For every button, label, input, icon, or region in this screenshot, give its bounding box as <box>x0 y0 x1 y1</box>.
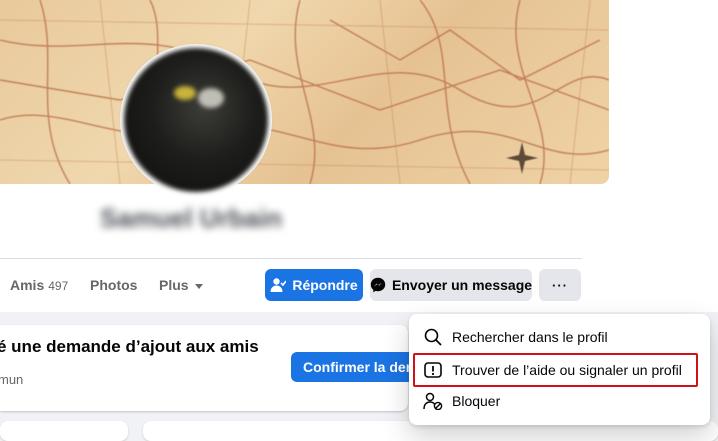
tab-more-label: Plus <box>159 277 189 293</box>
confirm-request-label: Confirmer la dema <box>303 359 426 375</box>
more-dots-icon: ··· <box>552 277 568 293</box>
cover-photo[interactable] <box>0 0 609 184</box>
chevron-down-icon <box>194 283 203 289</box>
menu-item-label: Rechercher dans le profil <box>452 329 608 345</box>
menu-item-label: Trouver de l’aide ou signaler un profil <box>452 362 682 378</box>
profile-options-menu: Rechercher dans le profil Trouver de l’a… <box>409 314 710 425</box>
menu-item-report-profile[interactable]: Trouver de l’aide ou signaler un profil <box>413 353 698 387</box>
respond-button-label: Répondre <box>292 277 358 293</box>
friend-request-title: é une demande d’ajout aux amis <box>0 337 259 356</box>
menu-item-block[interactable]: Bloquer <box>413 386 698 416</box>
tab-more[interactable]: Plus <box>159 270 203 300</box>
cover-map-image <box>0 0 609 184</box>
profile-header: Samuel Urbain Amis 497 Photos Plus Répond… <box>0 0 718 312</box>
menu-item-search-profile[interactable]: Rechercher dans le profil <box>413 322 698 352</box>
intro-card <box>0 421 128 441</box>
avatar-image <box>124 48 268 192</box>
tab-photos[interactable]: Photos <box>90 270 137 300</box>
messenger-icon <box>370 277 386 293</box>
profile-avatar[interactable] <box>120 44 272 196</box>
mutual-friends-text: mun <box>0 372 24 387</box>
send-message-button[interactable]: Envoyer un message <box>370 269 532 301</box>
search-icon <box>423 327 443 347</box>
menu-item-label: Bloquer <box>452 393 501 409</box>
tab-friends-label: Amis <box>10 277 45 293</box>
profile-name[interactable]: Samuel Urbain <box>100 203 282 234</box>
tab-photos-label: Photos <box>90 277 138 293</box>
send-message-label: Envoyer un message <box>391 277 533 293</box>
block-user-icon <box>423 391 443 411</box>
respond-user-icon <box>270 277 287 293</box>
header-divider <box>0 258 582 259</box>
report-icon <box>423 360 443 380</box>
friends-count: 497 <box>48 279 69 293</box>
more-options-button[interactable]: ··· <box>539 269 581 301</box>
tab-friends[interactable]: Amis 497 <box>10 270 68 300</box>
respond-button[interactable]: Répondre <box>265 269 363 301</box>
